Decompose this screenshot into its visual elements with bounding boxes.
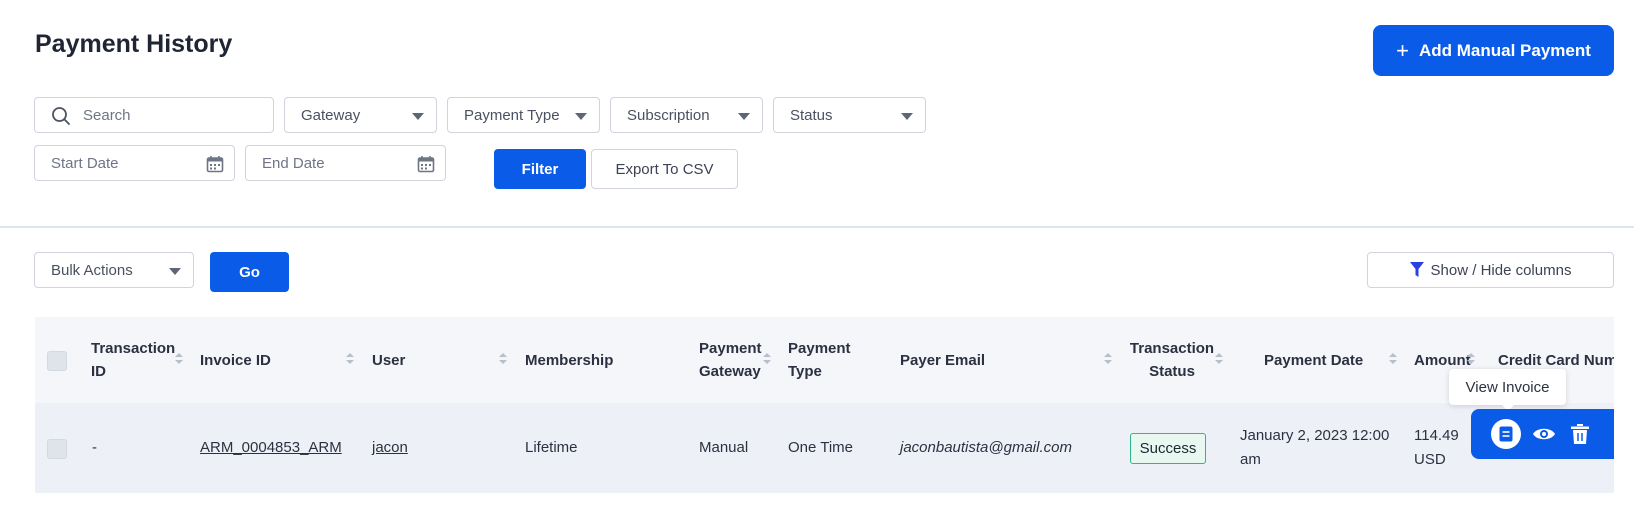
subscription-select-label: Subscription [627,106,710,124]
subscription-select[interactable]: Subscription [610,97,763,133]
column-header-payment-gateway-line1: Payment [699,340,762,357]
search-icon [52,107,70,125]
column-header-transaction-id-line1: Transaction [91,340,176,357]
chevron-down-icon [738,113,750,120]
bulk-actions-select[interactable]: Bulk Actions [34,252,194,288]
status-select-label: Status [790,106,833,124]
start-date-placeholder: Start Date [51,154,119,172]
select-all-checkbox[interactable] [47,351,67,371]
sort-icon[interactable] [1389,353,1397,365]
status-badge: Success [1130,433,1206,464]
column-header-user[interactable]: User [372,349,405,372]
payment-type-select[interactable]: Payment Type [447,97,600,133]
column-header-payment-gateway[interactable]: Payment Gateway [699,337,762,383]
cell-amount-currency: USD [1414,451,1446,468]
sort-icon[interactable] [763,353,771,365]
column-header-payment-type[interactable]: Payment Type [788,337,851,383]
cell-user-link[interactable]: jacon [372,436,408,460]
sort-icon[interactable] [499,353,507,365]
column-header-payment-gateway-line2: Gateway [699,363,761,380]
page-title: Payment History [35,30,233,58]
column-header-transaction-id-line2: ID [91,363,106,380]
sort-icon[interactable] [1467,353,1475,365]
cell-payment-date: January 2, 2023 12:00 am [1240,424,1389,472]
end-date-input[interactable]: End Date [245,145,446,181]
column-header-invoice-id[interactable]: Invoice ID [200,349,271,372]
trash-icon[interactable] [1564,418,1596,450]
cell-membership: Lifetime [525,439,578,456]
cell-payment-type: One Time [788,439,854,456]
row-actions [1471,409,1614,459]
cell-amount-value: 114.49 [1414,427,1459,444]
cell-payment-date-line2: am [1240,451,1261,468]
show-hide-columns-button[interactable]: Show / Hide columns [1367,252,1614,288]
column-header-transaction-id[interactable]: Transaction ID [91,337,175,383]
column-header-payment-date[interactable]: Payment Date [1264,349,1363,372]
cell-amount: 114.49 USD [1414,424,1459,472]
gateway-select[interactable]: Gateway [284,97,437,133]
bulk-actions-label: Bulk Actions [51,261,133,279]
show-hide-columns-label: Show / Hide columns [1430,261,1572,279]
column-header-transaction-status-line2: Status [1149,363,1195,380]
column-header-transaction-status-line1: Transaction [1129,340,1215,357]
plus-icon: + [1396,37,1409,63]
view-invoice-tooltip: View Invoice [1449,369,1566,411]
status-select[interactable]: Status [773,97,926,133]
cell-invoice-id-link[interactable]: ARM_0004853_ARM [200,436,342,460]
calendar-icon [417,156,435,173]
column-header-transaction-status[interactable]: Transaction Status [1128,337,1216,383]
filter-button[interactable]: Filter [494,149,586,189]
cell-payment-date-line1: January 2, 2023 12:00 [1240,427,1390,444]
column-header-payer-email[interactable]: Payer Email [900,349,985,372]
go-button[interactable]: Go [210,252,289,292]
add-manual-payment-button[interactable]: + Add Manual Payment [1373,25,1614,76]
cell-payer-email: jaconbautista@gmail.com [900,439,1072,456]
search-input[interactable]: Search [34,97,274,133]
cell-payment-gateway: Manual [699,439,749,456]
start-date-input[interactable]: Start Date [34,145,235,181]
chevron-down-icon [901,113,913,120]
calendar-icon [206,156,224,173]
funnel-icon [1409,262,1424,277]
cell-transaction-id: - [92,439,97,456]
export-csv-button[interactable]: Export To CSV [591,149,738,189]
add-manual-payment-label: Add Manual Payment [1418,40,1591,60]
end-date-placeholder: End Date [262,154,325,172]
invoice-icon[interactable] [1490,418,1522,450]
sort-icon[interactable] [1215,353,1223,365]
row-checkbox[interactable] [47,439,67,459]
column-header-membership[interactable]: Membership [525,349,613,372]
chevron-down-icon [412,113,424,120]
sort-icon[interactable] [175,353,183,365]
chevron-down-icon [575,113,587,120]
gateway-select-label: Gateway [301,106,361,124]
section-divider [0,226,1634,228]
chevron-down-icon [169,268,181,275]
column-header-payment-type-line1: Payment [788,340,851,357]
search-placeholder: Search [83,106,131,124]
sort-icon[interactable] [1104,353,1112,365]
payment-type-select-label: Payment Type [464,106,560,124]
column-header-payment-type-line2: Type [788,363,822,380]
eye-icon[interactable] [1528,418,1560,450]
sort-icon[interactable] [346,353,354,365]
